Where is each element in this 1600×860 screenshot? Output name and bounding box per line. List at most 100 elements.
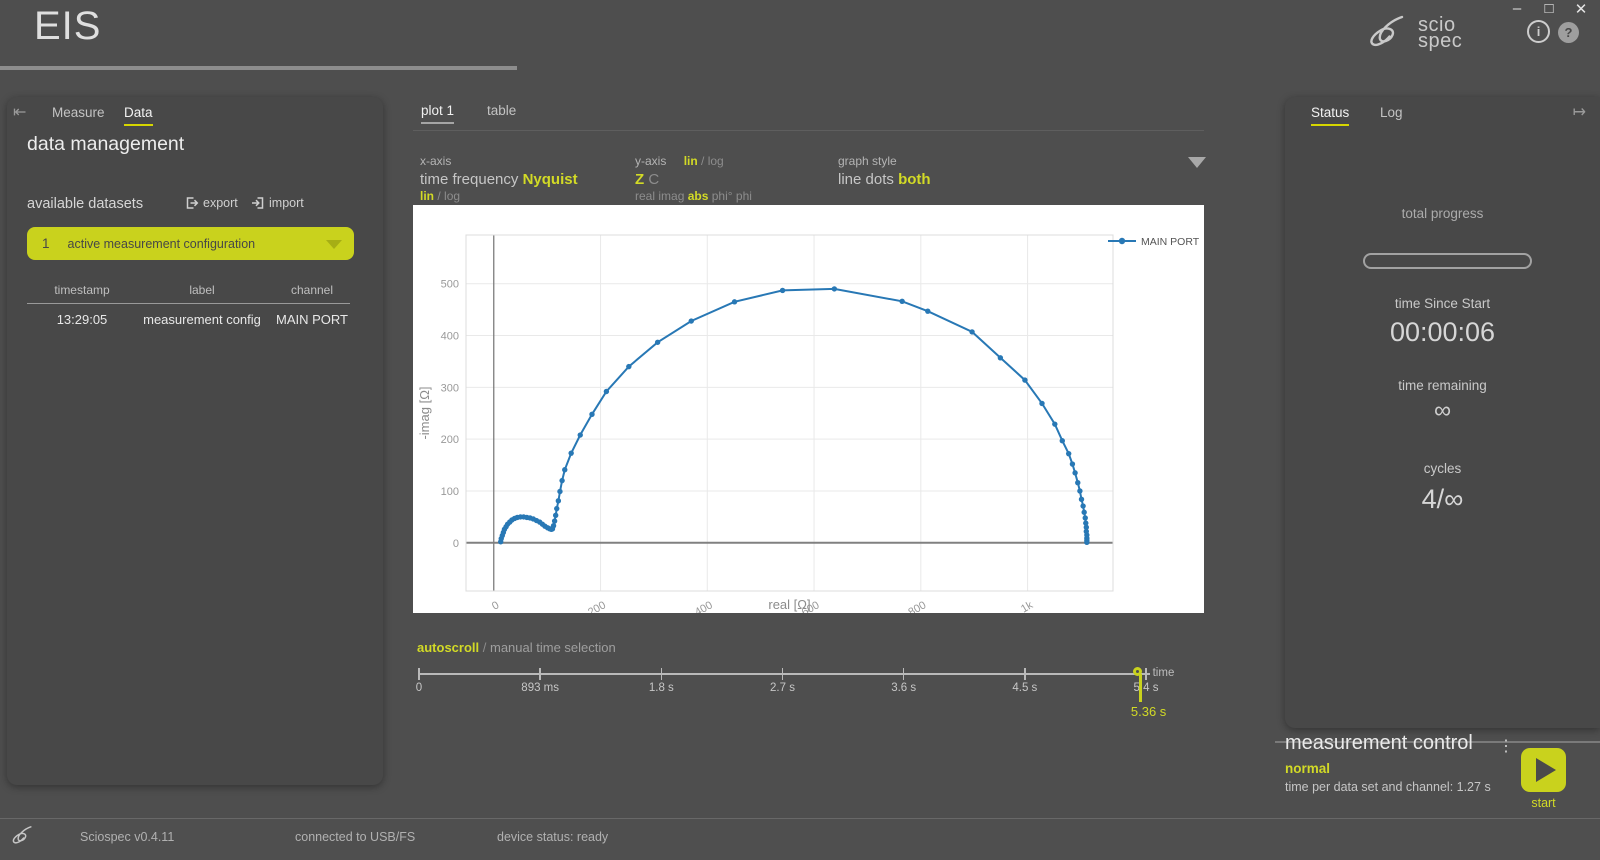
- tab-table[interactable]: table: [487, 103, 516, 122]
- close-button[interactable]: ✕: [1570, 0, 1592, 18]
- available-datasets-label: available datasets: [27, 196, 143, 212]
- statusbar-logo-icon: [10, 824, 38, 848]
- svg-text:300: 300: [441, 382, 459, 394]
- autoscroll-option[interactable]: autoscroll: [417, 640, 479, 655]
- graph-style-label: graph style: [838, 152, 931, 170]
- start-button[interactable]: [1521, 748, 1566, 792]
- sciospec-swirl-icon: [1366, 12, 1414, 54]
- slider-tick-label: 1.8 s: [621, 682, 701, 694]
- app-version: Sciospec v0.4.11: [80, 830, 174, 844]
- y-axis-comp-phi[interactable]: phi: [736, 189, 752, 203]
- statusbar: Sciospec v0.4.11 connected to USB/FS dev…: [0, 818, 1600, 860]
- svg-text:400: 400: [441, 331, 459, 343]
- slider-tick-label: 4.5 s: [985, 682, 1065, 694]
- manual-time-option[interactable]: manual time selection: [490, 640, 616, 655]
- total-progress-bar: [1363, 253, 1532, 269]
- svg-text:-imag [Ω]: -imag [Ω]: [417, 386, 432, 439]
- graph-style-both[interactable]: both: [898, 171, 930, 188]
- cycles-value: 4/∞: [1285, 484, 1600, 515]
- x-axis-scale-lin[interactable]: lin: [420, 189, 434, 203]
- connection-status: connected to USB/FS: [295, 830, 415, 844]
- cell-channel: MAIN PORT: [262, 312, 362, 327]
- time-slider[interactable]: 0893 ms1.8 s2.7 s3.6 s4.5 s5.4 stime5.36…: [413, 660, 1204, 726]
- nyquist-chart[interactable]: 02004006008001k0100200300400500real [Ω]-…: [413, 205, 1204, 613]
- slider-tick[interactable]: [782, 668, 784, 680]
- slider-tick-label: 3.6 s: [864, 682, 944, 694]
- graph-style-dots[interactable]: dots: [866, 171, 894, 188]
- export-label: export: [203, 196, 238, 210]
- dataset-index: 1: [42, 236, 50, 251]
- x-axis-scale-sep: /: [437, 189, 440, 203]
- slider-tick-label: 893 ms: [500, 682, 580, 694]
- import-icon: [251, 196, 265, 210]
- svg-text:200: 200: [441, 434, 459, 446]
- brand-line2: spec: [1418, 33, 1462, 49]
- slider-track[interactable]: [419, 673, 1150, 675]
- col-header-timestamp: timestamp: [27, 283, 137, 297]
- table-header-divider: [27, 303, 350, 304]
- time-remaining-value: ∞: [1285, 397, 1600, 425]
- info-icon[interactable]: i: [1527, 20, 1550, 43]
- help-icon[interactable]: ?: [1558, 22, 1579, 43]
- export-button[interactable]: export: [185, 196, 238, 210]
- collapse-right-panel-icon[interactable]: ↦: [1573, 102, 1586, 122]
- time-mode-switch: autoscroll / manual time selection: [417, 640, 616, 655]
- dataset-label: active measurement configuration: [68, 237, 256, 251]
- slider-tick[interactable]: [903, 668, 905, 680]
- tab-plot-1[interactable]: plot 1: [421, 103, 454, 124]
- nyquist-plot-svg[interactable]: 02004006008001k0100200300400500real [Ω]-…: [413, 205, 1204, 613]
- total-progress-label: total progress: [1285, 206, 1600, 221]
- slider-tick[interactable]: [1145, 668, 1147, 680]
- collapse-left-panel-icon[interactable]: ⇤: [13, 102, 26, 122]
- y-axis-quantity-c[interactable]: C: [648, 171, 659, 188]
- device-status: device status: ready: [497, 830, 608, 844]
- export-icon: [185, 196, 199, 210]
- legend-main-port: MAIN PORT: [1141, 236, 1200, 248]
- tab-log[interactable]: Log: [1380, 105, 1403, 124]
- y-axis-scale-sep: /: [701, 154, 704, 168]
- cell-timestamp: 13:29:05: [27, 312, 137, 327]
- import-label: import: [269, 196, 304, 210]
- svg-text:500: 500: [441, 279, 459, 291]
- slider-tick[interactable]: [661, 668, 663, 680]
- tab-status[interactable]: Status: [1311, 105, 1349, 126]
- tab-data[interactable]: Data: [124, 105, 153, 126]
- slider-tick[interactable]: [539, 668, 541, 680]
- svg-text:real [Ω]: real [Ω]: [768, 597, 810, 612]
- y-axis-comp-imag[interactable]: imag: [658, 189, 684, 203]
- x-axis-mode-nyquist[interactable]: Nyquist: [523, 171, 578, 188]
- y-axis-label: y-axis: [635, 154, 666, 168]
- collapse-axis-settings-icon[interactable]: [1188, 157, 1206, 168]
- x-axis-mode-time[interactable]: time: [420, 171, 448, 188]
- measurement-mode[interactable]: normal: [1285, 761, 1330, 776]
- x-axis-scale-log[interactable]: log: [444, 189, 460, 203]
- time-since-start-value: 00:00:06: [1285, 317, 1600, 348]
- minimize-button[interactable]: –: [1506, 0, 1528, 17]
- dataset-selector[interactable]: 1 active measurement configuration: [27, 227, 354, 260]
- tab-measure[interactable]: Measure: [52, 105, 105, 124]
- x-axis-label: x-axis: [420, 152, 578, 170]
- y-axis-comp-phideg[interactable]: phi°: [712, 189, 733, 203]
- graph-style-line[interactable]: line: [838, 171, 861, 188]
- slider-tick[interactable]: [1024, 668, 1026, 680]
- slider-handle-label: time: [1153, 667, 1175, 679]
- x-axis-mode-frequency[interactable]: frequency: [453, 171, 519, 188]
- slider-tick-label: 5.4 s: [1106, 682, 1186, 694]
- y-axis-scale-log[interactable]: log: [708, 154, 724, 168]
- menu-dots-icon[interactable]: ⋮: [1498, 736, 1514, 756]
- y-axis-comp-abs[interactable]: abs: [688, 189, 709, 203]
- import-button[interactable]: import: [251, 196, 304, 210]
- col-header-label: label: [137, 283, 267, 297]
- svg-text:100: 100: [441, 486, 459, 498]
- y-axis-scale-lin[interactable]: lin: [684, 154, 698, 168]
- y-axis-comp-real[interactable]: real: [635, 189, 655, 203]
- play-icon: [1536, 758, 1556, 782]
- x-axis-controls: x-axis time frequency Nyquist lin / log: [420, 152, 578, 204]
- slider-tick[interactable]: [418, 668, 420, 680]
- slider-tick-label: 0: [379, 682, 459, 694]
- y-axis-quantity-z[interactable]: Z: [635, 171, 644, 188]
- chevron-down-icon: [326, 240, 342, 249]
- cell-label: measurement config: [137, 312, 267, 327]
- time-since-start-label: time Since Start: [1285, 296, 1600, 311]
- maximize-button[interactable]: □: [1538, 0, 1560, 17]
